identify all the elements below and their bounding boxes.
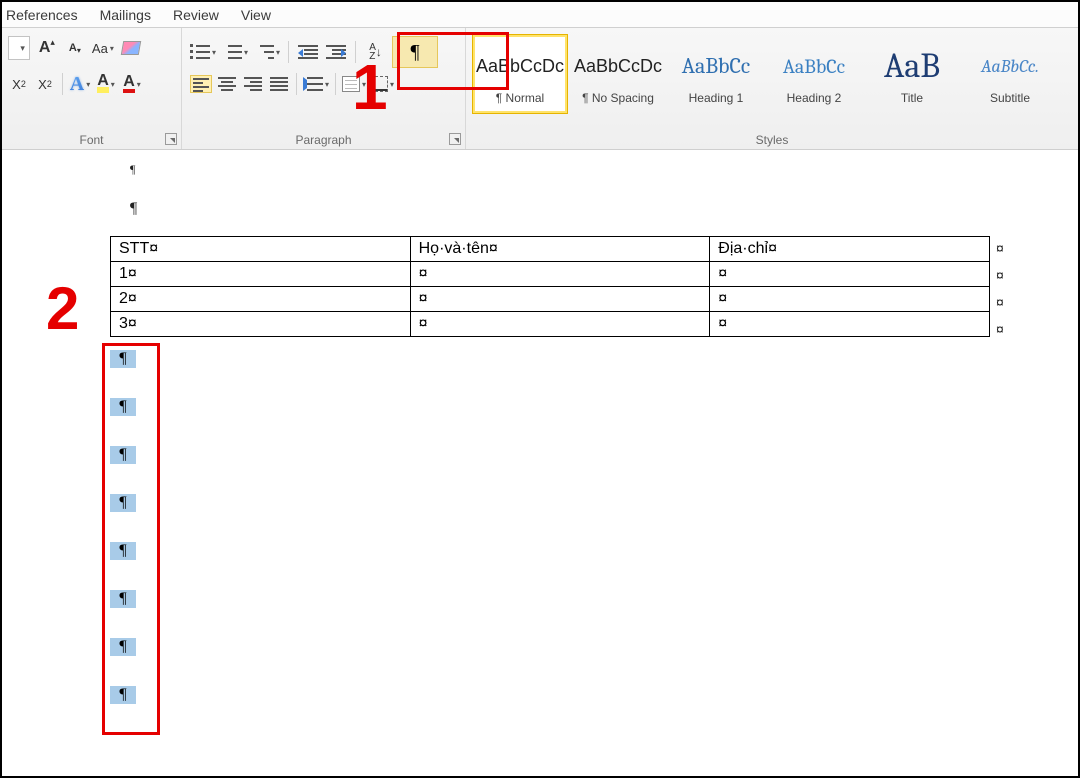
style-subtitle[interactable]: AaBbCc. Subtitle — [962, 34, 1058, 114]
group-styles-label: Styles — [466, 133, 1078, 147]
grow-font-button[interactable]: A▴ — [36, 36, 58, 60]
align-right-button[interactable] — [242, 72, 264, 96]
font-color-button[interactable]: A▾ — [121, 72, 143, 96]
table-header-cell[interactable]: Họ·và·tên¤ — [410, 237, 710, 262]
table-header-row: STT¤Họ·và·tên¤Địa·chỉ¤ — [111, 237, 990, 262]
justify-button[interactable] — [268, 72, 290, 96]
pilcrow-icon: ¶ — [110, 590, 136, 608]
style-title[interactable]: AaB Title — [864, 34, 960, 114]
leading-paragraph-marks: ¶ ¶ — [130, 160, 135, 178]
style-heading-1[interactable]: AaBbCc Heading 1 — [668, 34, 764, 114]
document-canvas[interactable]: ¶ ¶ STT¤Họ·và·tên¤Địa·chỉ¤1¤¤¤2¤¤¤3¤¤¤ ¤… — [2, 152, 1078, 776]
bullets-button[interactable]: ▾ — [190, 40, 216, 64]
shrink-font-button[interactable]: A▾ — [64, 36, 86, 60]
style-preview: AaBbCcDc — [476, 43, 564, 89]
tab-references[interactable]: References — [6, 7, 78, 23]
style-gallery[interactable]: AaBbCcDc¶ NormalAaBbCcDc¶ No SpacingAaBb… — [472, 34, 1070, 114]
annotation-number-1: 1 — [352, 50, 388, 124]
subscript-button[interactable]: X2 — [8, 72, 30, 96]
end-of-row-mark: ¤ — [996, 294, 1004, 310]
pilcrow-icon: ¶ — [110, 398, 136, 416]
change-case-button[interactable]: Aa▾ — [92, 36, 114, 60]
pilcrow-icon: ¶ — [110, 542, 136, 560]
style-preview: AaBbCc — [783, 43, 845, 89]
style-preview: AaBbCc — [682, 43, 750, 89]
separator — [62, 73, 63, 95]
font-dialog-launcher[interactable] — [165, 133, 177, 145]
separator — [288, 41, 289, 63]
separator — [296, 73, 297, 95]
style-name: ¶ No Spacing — [582, 91, 654, 105]
table-row: 1¤¤¤ — [111, 262, 990, 287]
pilcrow-icon: ¶ — [110, 350, 136, 368]
style-name: Heading 2 — [787, 91, 842, 105]
style-preview: AaBbCc. — [981, 43, 1039, 89]
style-heading-2[interactable]: AaBbCc Heading 2 — [766, 34, 862, 114]
highlight-button[interactable]: A▾ — [95, 72, 117, 96]
group-styles: AaBbCcDc¶ NormalAaBbCcDc¶ No SpacingAaBb… — [466, 28, 1078, 149]
font-size-combo[interactable]: ▾ — [8, 36, 30, 60]
align-center-button[interactable] — [216, 72, 238, 96]
tab-review[interactable]: Review — [173, 7, 219, 23]
table-cell[interactable]: 3¤ — [111, 312, 411, 337]
numbering-button[interactable]: ▾ — [222, 40, 248, 64]
end-of-row-mark: ¤ — [996, 321, 1004, 337]
selected-paragraphs[interactable]: ¶ ¶ ¶ ¶ ¶ ¶ ¶ ¶ — [110, 350, 150, 734]
style--no-spacing[interactable]: AaBbCcDc ¶ No Spacing — [570, 34, 666, 114]
text-effects-button[interactable]: A▾ — [69, 72, 91, 96]
data-table[interactable]: STT¤Họ·và·tên¤Địa·chỉ¤1¤¤¤2¤¤¤3¤¤¤ — [110, 236, 990, 337]
table-row: 2¤¤¤ — [111, 287, 990, 312]
pilcrow-icon: ¶ — [110, 446, 136, 464]
separator — [335, 73, 336, 95]
tab-mailings[interactable]: Mailings — [100, 7, 151, 23]
decrease-indent-button[interactable] — [297, 40, 319, 64]
end-of-row-mark: ¤ — [996, 240, 1004, 256]
table-header-cell[interactable]: Địa·chỉ¤ — [710, 237, 990, 262]
end-of-row-mark: ¤ — [996, 267, 1004, 283]
multilevel-list-button[interactable]: ▾ — [254, 40, 280, 64]
style-preview: AaBbCcDc — [574, 43, 662, 89]
table-header-cell[interactable]: STT¤ — [111, 237, 411, 262]
align-left-button[interactable] — [190, 72, 212, 96]
paragraph-dialog-launcher[interactable] — [449, 133, 461, 145]
table-cell[interactable]: ¤ — [710, 312, 990, 337]
clear-formatting-button[interactable] — [120, 36, 142, 60]
group-font: ▾ A▴ A▾ Aa▾ X2 X2 A▾ A▾ A▾ Font — [2, 28, 182, 149]
pilcrow-icon: ¶ — [130, 200, 137, 218]
pilcrow-icon: ¶ — [110, 638, 136, 656]
ribbon-tabs: References Mailings Review View — [2, 2, 1078, 28]
table-cell[interactable]: ¤ — [710, 287, 990, 312]
table-row: 3¤¤¤ — [111, 312, 990, 337]
table-cell[interactable]: 2¤ — [111, 287, 411, 312]
pilcrow-icon: ¶ — [110, 494, 136, 512]
group-paragraph-label: Paragraph — [182, 133, 465, 147]
increase-indent-button[interactable] — [325, 40, 347, 64]
style-name: Title — [901, 91, 923, 105]
table-cell[interactable]: ¤ — [410, 287, 710, 312]
pilcrow-icon: ¶ — [110, 686, 136, 704]
ribbon: ▾ A▴ A▾ Aa▾ X2 X2 A▾ A▾ A▾ Font ▾ ▾ ▾ — [2, 28, 1078, 150]
style-preview: AaB — [884, 43, 940, 89]
table-cell[interactable]: ¤ — [410, 262, 710, 287]
line-spacing-button[interactable]: ▾ — [303, 72, 329, 96]
tab-view[interactable]: View — [241, 7, 271, 23]
annotation-number-2: 2 — [46, 274, 79, 343]
word-window: References Mailings Review View ▾ A▴ A▾ … — [0, 0, 1080, 778]
superscript-button[interactable]: X2 — [34, 72, 56, 96]
table-cell[interactable]: ¤ — [410, 312, 710, 337]
group-font-label: Font — [2, 133, 181, 147]
table-cell[interactable]: 1¤ — [111, 262, 411, 287]
style--normal[interactable]: AaBbCcDc ¶ Normal — [472, 34, 568, 114]
style-name: ¶ Normal — [496, 91, 544, 105]
table-cell[interactable]: ¤ — [710, 262, 990, 287]
style-name: Heading 1 — [689, 91, 744, 105]
pilcrow-icon: ¶ — [130, 162, 135, 176]
show-hide-marks-button[interactable]: ¶ — [392, 36, 438, 68]
group-paragraph: ▾ ▾ ▾ AZ↓ ¶ ▾ ▾ ▾ Paragraph — [182, 28, 466, 149]
style-name: Subtitle — [990, 91, 1030, 105]
